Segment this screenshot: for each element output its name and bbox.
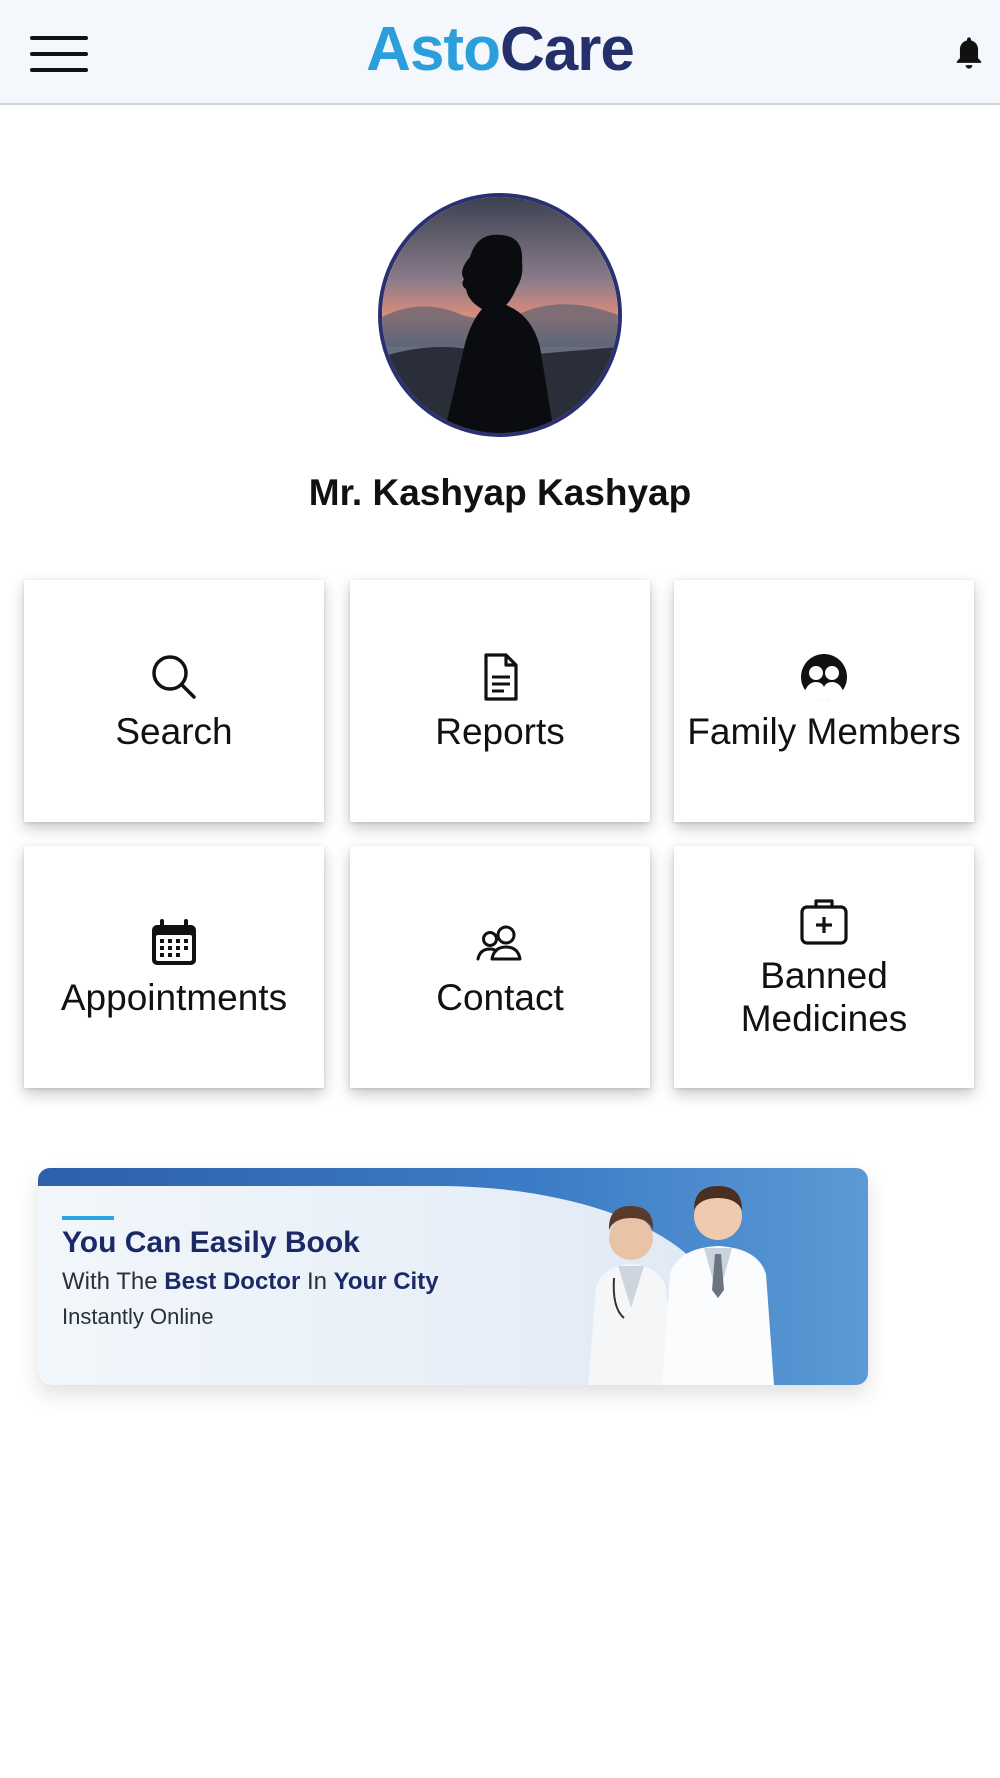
banner-subline-b: Best Doctor	[164, 1268, 301, 1295]
banner-subline: With The Best Doctor In Your City	[62, 1268, 439, 1296]
reports-tile-label: Reports	[435, 710, 565, 752]
logo-part-2: Care	[499, 15, 635, 84]
family-members-tile[interactable]: Family Members	[674, 580, 974, 822]
banned-medicines-label-text: Banned Medicines	[740, 955, 908, 1039]
contact-tile[interactable]: Contact	[350, 846, 650, 1088]
banner-headline: You Can Easily Book	[62, 1226, 360, 1259]
profile-avatar[interactable]	[378, 193, 622, 437]
banner-subline-c: In	[300, 1268, 334, 1295]
banned-medicines-tile-label: Banned Medicines	[741, 955, 908, 1041]
family-members-tile-label: Family Members	[687, 710, 961, 752]
app-logo: AstoCare	[0, 14, 1000, 85]
banner-accent-line	[62, 1216, 114, 1220]
search-tile[interactable]: Search	[24, 580, 324, 822]
search-icon	[152, 654, 196, 699]
contact-tile-label: Contact	[436, 976, 564, 1018]
bell-icon[interactable]	[952, 34, 986, 72]
promo-banner[interactable]: You Can Easily Book With The Best Doctor…	[38, 1168, 868, 1385]
reports-tile[interactable]: Reports	[350, 580, 650, 822]
appointments-tile[interactable]: Appointments	[24, 846, 324, 1088]
banner-subline-d: Your City	[333, 1268, 439, 1295]
appointments-tile-label: Appointments	[60, 976, 288, 1018]
family-icon	[801, 653, 847, 700]
search-tile-label: Search	[115, 710, 233, 752]
logo-part-1: Asto	[366, 15, 501, 84]
banner-subline-a: With The	[62, 1268, 165, 1295]
banner-tagline: Instantly Online	[62, 1304, 214, 1329]
user-name: Mr. Kashyap Kashyap	[308, 472, 692, 513]
medical-kit-icon	[800, 899, 848, 945]
contacts-icon	[476, 925, 522, 961]
calendar-icon	[152, 918, 196, 965]
banned-medicines-tile[interactable]: Banned Medicines	[674, 846, 974, 1088]
doctors-illustration	[588, 1186, 774, 1385]
document-icon	[484, 652, 518, 701]
app-header: AstoCare	[0, 0, 1000, 105]
